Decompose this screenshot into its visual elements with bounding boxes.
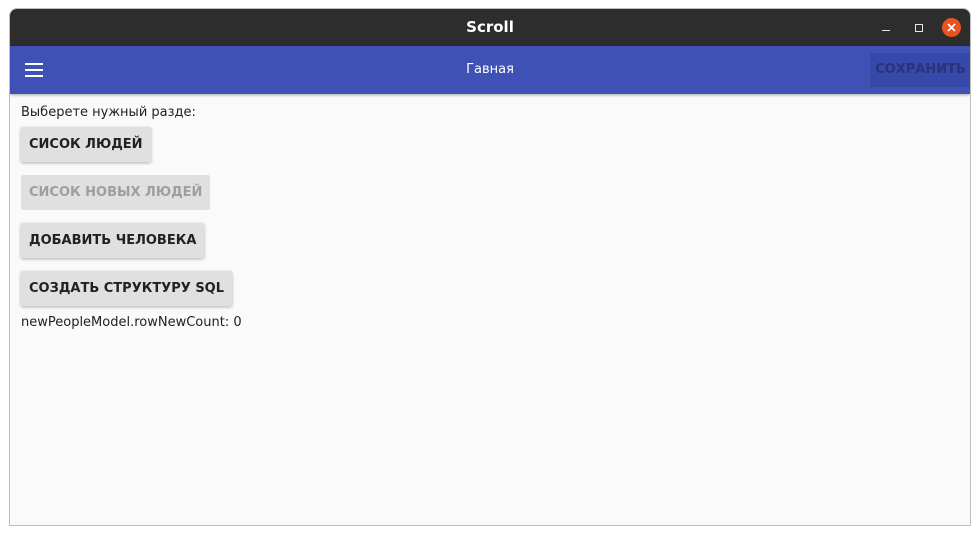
new-people-list-button[interactable]: СИСОК НОВЫХ ЛЮДЕЙ bbox=[21, 175, 211, 210]
maximize-button[interactable] bbox=[909, 18, 928, 37]
status-text: newPeopleModel.rowNewCount: 0 bbox=[21, 315, 242, 330]
maximize-icon bbox=[914, 23, 923, 32]
main-content: Выберете нужный разде: СИСОК ЛЮДЕЙ СИСОК… bbox=[21, 104, 970, 330]
add-person-button[interactable]: ДОБАВИТЬ ЧЕЛОВЕКА bbox=[21, 223, 205, 258]
window-titlebar[interactable]: Scroll bbox=[10, 9, 970, 46]
app-toolbar: Гавная СОХРАНИТЬ bbox=[10, 46, 970, 94]
page-title: Гавная bbox=[466, 62, 514, 77]
window-title: Scroll bbox=[466, 18, 514, 36]
section-prompt: Выберете нужный разде: bbox=[21, 105, 196, 120]
people-list-button[interactable]: СИСОК ЛЮДЕЙ bbox=[21, 127, 151, 162]
save-button[interactable]: СОХРАНИТЬ bbox=[870, 53, 970, 87]
close-icon bbox=[947, 23, 956, 32]
minimize-icon bbox=[881, 29, 890, 32]
close-button[interactable] bbox=[942, 18, 961, 37]
create-sql-structure-button[interactable]: СОЗДАТЬ СТРУКТУРУ SQL bbox=[21, 271, 233, 306]
app-window: Scroll Гавная СОХРАНИТЬ Выберете нужный … bbox=[9, 8, 971, 526]
minimize-button[interactable] bbox=[876, 18, 895, 37]
